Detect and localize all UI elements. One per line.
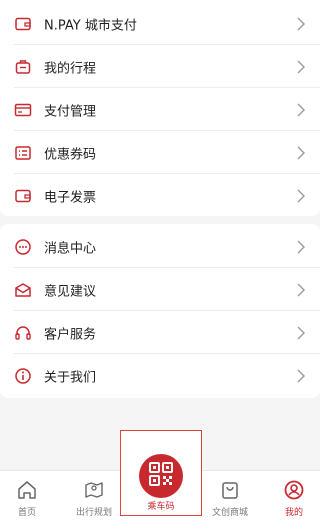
menu-item-label: 客户服务 xyxy=(44,327,97,342)
qr-code-icon xyxy=(148,461,174,491)
tab-home[interactable]: 首页 xyxy=(0,471,54,529)
shopping-bag-icon xyxy=(219,479,241,501)
chevron-right-icon xyxy=(296,189,306,203)
info-icon xyxy=(14,367,32,385)
chevron-right-icon xyxy=(296,326,306,340)
menu-item-about-us[interactable]: 关于我们 xyxy=(0,354,320,397)
menu-item-my-trips[interactable]: 我的行程 xyxy=(0,45,320,88)
headset-icon xyxy=(14,324,32,342)
map-pin-icon xyxy=(83,479,105,501)
tab-label: 文创商城 xyxy=(211,508,248,518)
feedback-icon xyxy=(14,281,32,299)
menu-item-npay[interactable]: N.PAY 城市支付 xyxy=(0,2,320,45)
tab-label: 首页 xyxy=(17,508,36,518)
menu-card-support: 消息中心 意见建议 客户服务 关于我们 xyxy=(0,224,320,398)
chevron-right-icon xyxy=(296,283,306,297)
menu-item-feedback[interactable]: 意见建议 xyxy=(0,268,320,311)
chevron-right-icon xyxy=(296,146,306,160)
menu-item-label: 优惠券码 xyxy=(44,147,97,162)
menu-card-account: N.PAY 城市支付 我的行程 支付管理 优惠券码 电子发票 xyxy=(0,0,320,216)
tab-label: 出行规划 xyxy=(75,508,112,518)
home-icon xyxy=(16,479,38,501)
menu-item-label: 关于我们 xyxy=(44,370,97,385)
menu-item-customer-service[interactable]: 客户服务 xyxy=(0,311,320,354)
menu-item-message-center[interactable]: 消息中心 xyxy=(0,225,320,268)
tab-label: 乘车码 xyxy=(147,502,175,512)
chevron-right-icon xyxy=(296,103,306,117)
tab-mine[interactable]: 我的 xyxy=(268,471,320,529)
chevron-right-icon xyxy=(296,240,306,254)
menu-item-label: 意见建议 xyxy=(44,284,97,299)
user-icon xyxy=(283,479,305,501)
menu-item-e-invoice[interactable]: 电子发票 xyxy=(0,174,320,217)
card-icon xyxy=(14,101,32,119)
tab-trip-planning[interactable]: 出行规划 xyxy=(66,471,122,529)
menu-item-payment-management[interactable]: 支付管理 xyxy=(0,88,320,131)
message-icon xyxy=(14,238,32,256)
chevron-right-icon xyxy=(296,17,306,31)
menu-item-label: N.PAY 城市支付 xyxy=(44,18,137,33)
coupon-icon xyxy=(14,144,32,162)
menu-item-label: 电子发票 xyxy=(44,190,97,205)
tab-shop[interactable]: 文创商城 xyxy=(202,471,258,529)
tab-label: 我的 xyxy=(284,508,303,518)
invoice-icon xyxy=(14,187,32,205)
chevron-right-icon xyxy=(296,369,306,383)
wallet-icon xyxy=(14,15,32,33)
menu-item-label: 消息中心 xyxy=(44,241,97,256)
menu-item-coupons[interactable]: 优惠券码 xyxy=(0,131,320,174)
luggage-icon xyxy=(14,58,32,76)
tab-qr-code[interactable] xyxy=(139,454,183,498)
menu-item-label: 我的行程 xyxy=(44,61,97,76)
menu-item-label: 支付管理 xyxy=(44,104,97,119)
chevron-right-icon xyxy=(296,60,306,74)
